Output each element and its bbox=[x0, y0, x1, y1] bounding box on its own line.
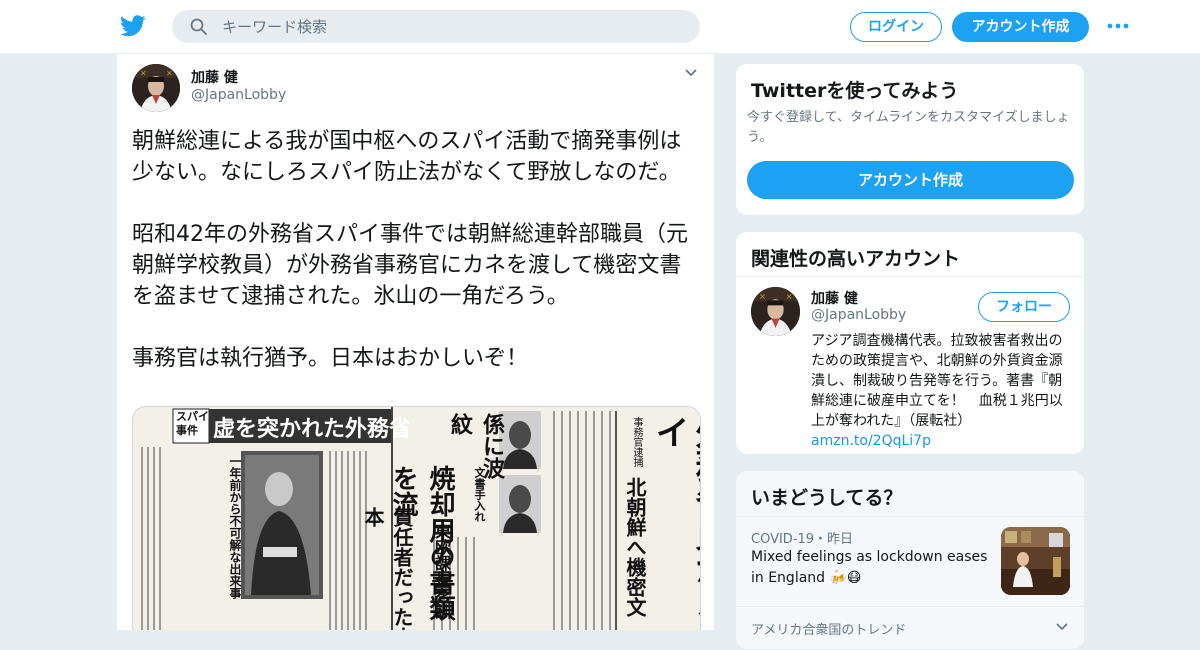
twitter-bird-icon[interactable] bbox=[120, 14, 146, 38]
related-account-name[interactable]: 加藤 健 bbox=[811, 288, 858, 308]
related-accounts-title: 関連性の高いアカウント bbox=[751, 248, 961, 270]
signup-card: Twitterを使ってみよう 今すぐ登録して、タイムラインをカスタマイズしましょ… bbox=[735, 63, 1085, 216]
bio-text: アジア調査機構代表。拉致被害者救出のための政策提言や、北朝鮮の外貨資金源潰し、制… bbox=[811, 333, 1063, 429]
search-box bbox=[172, 10, 700, 43]
avatar-photo-icon: ✕ ✕ bbox=[132, 64, 180, 112]
related-account-avatar[interactable]: ✕ ✕ bbox=[751, 287, 800, 336]
signup-card-title: Twitterを使ってみよう bbox=[751, 80, 959, 102]
trend-thumbnail[interactable] bbox=[1001, 527, 1070, 595]
related-account-bio: アジア調査機構代表。拉致被害者救出のための政策提言や、北朝鮮の外貨資金源潰し、制… bbox=[811, 331, 1073, 451]
chevron-down-icon[interactable] bbox=[684, 68, 698, 78]
svg-text:✕: ✕ bbox=[166, 69, 173, 78]
top-navigation-bar: ログイン アカウント作成 bbox=[0, 0, 1200, 54]
related-accounts-card: 関連性の高いアカウント ✕ ✕ 加藤 健 @JapanLobby フォロー アジ… bbox=[735, 231, 1085, 455]
tweet-card: ✕ ✕ 加藤 健 @JapanLobby 朝鮮総連による我が国中枢へのスパイ活動… bbox=[116, 54, 715, 630]
newspaper-headline-left: 虚を突かれた外務省 bbox=[213, 417, 412, 442]
svg-text:✕: ✕ bbox=[140, 69, 147, 78]
search-input[interactable] bbox=[222, 10, 682, 43]
signup-card-description: 今すぐ登録して、タイムラインをカスタマイズしましょう。 bbox=[747, 110, 1070, 145]
divider bbox=[736, 276, 1084, 277]
divider bbox=[736, 516, 1084, 517]
trends-card: いまどうしてる？ COVID-19・昨日 Mixed feelings as l… bbox=[735, 470, 1085, 650]
newspaper-subheadline-right: 北朝鮮へ機密文 bbox=[623, 477, 647, 617]
newspaper-tag-line1: スパイ bbox=[176, 410, 209, 423]
newspaper-tag-line2: 事件 bbox=[176, 424, 198, 437]
newspaper-right-small: 事務官逮捕 bbox=[631, 417, 642, 467]
tweet-media-newspaper-image[interactable]: スパイ 事件 虚を突かれた外務省 一年前から不可解な出来事 係に波紋 文書手入れ… bbox=[132, 406, 701, 630]
newspaper-wave-sub: 文書手入れ bbox=[473, 467, 486, 522]
signup-card-button[interactable]: アカウント作成 bbox=[747, 161, 1074, 199]
newspaper-subheadline-left: 一年前から不可解な出来事 bbox=[228, 455, 242, 599]
follow-button[interactable]: フォロー bbox=[978, 292, 1070, 322]
trend-title[interactable]: Mixed feelings as lockdown eases in Engl… bbox=[751, 547, 991, 589]
author-name[interactable]: 加藤 健 bbox=[191, 67, 238, 87]
search-icon bbox=[190, 18, 207, 35]
newspaper-mid-column: 東欧課長を訓 bbox=[432, 523, 451, 619]
avatar-photo-icon: ✕ ✕ bbox=[751, 287, 800, 336]
newspaper-tag: スパイ 事件 bbox=[176, 410, 209, 438]
author-handle[interactable]: @JapanLobby bbox=[191, 87, 286, 103]
svg-text:✕: ✕ bbox=[786, 291, 793, 301]
login-button[interactable]: ログイン bbox=[850, 12, 942, 42]
divider bbox=[736, 606, 1084, 607]
trends-title: いまどうしてる？ bbox=[751, 487, 903, 509]
pub-interior-photo-icon bbox=[1001, 527, 1070, 595]
bio-link[interactable]: amzn.to/2QqLi7p bbox=[811, 433, 931, 449]
more-dots-icon[interactable] bbox=[1106, 16, 1130, 36]
author-avatar[interactable]: ✕ ✕ bbox=[132, 64, 180, 112]
newspaper-subheadline-mid: 責任者だった山本 bbox=[361, 507, 414, 630]
svg-text:✕: ✕ bbox=[759, 291, 766, 301]
trend-meta: アメリカ合衆国のトレンド bbox=[751, 623, 907, 638]
signup-button[interactable]: アカウント作成 bbox=[952, 12, 1089, 42]
related-account-handle[interactable]: @JapanLobby bbox=[811, 307, 906, 323]
tweet-text: 朝鮮総連による我が国中枢へのスパイ活動で摘発事例は少ない。なにしろスパイ防止法が… bbox=[132, 129, 688, 371]
trend-meta: COVID-19・昨日 bbox=[751, 532, 854, 547]
newspaper-headline-right: 外務省員がスパイ bbox=[649, 415, 700, 630]
